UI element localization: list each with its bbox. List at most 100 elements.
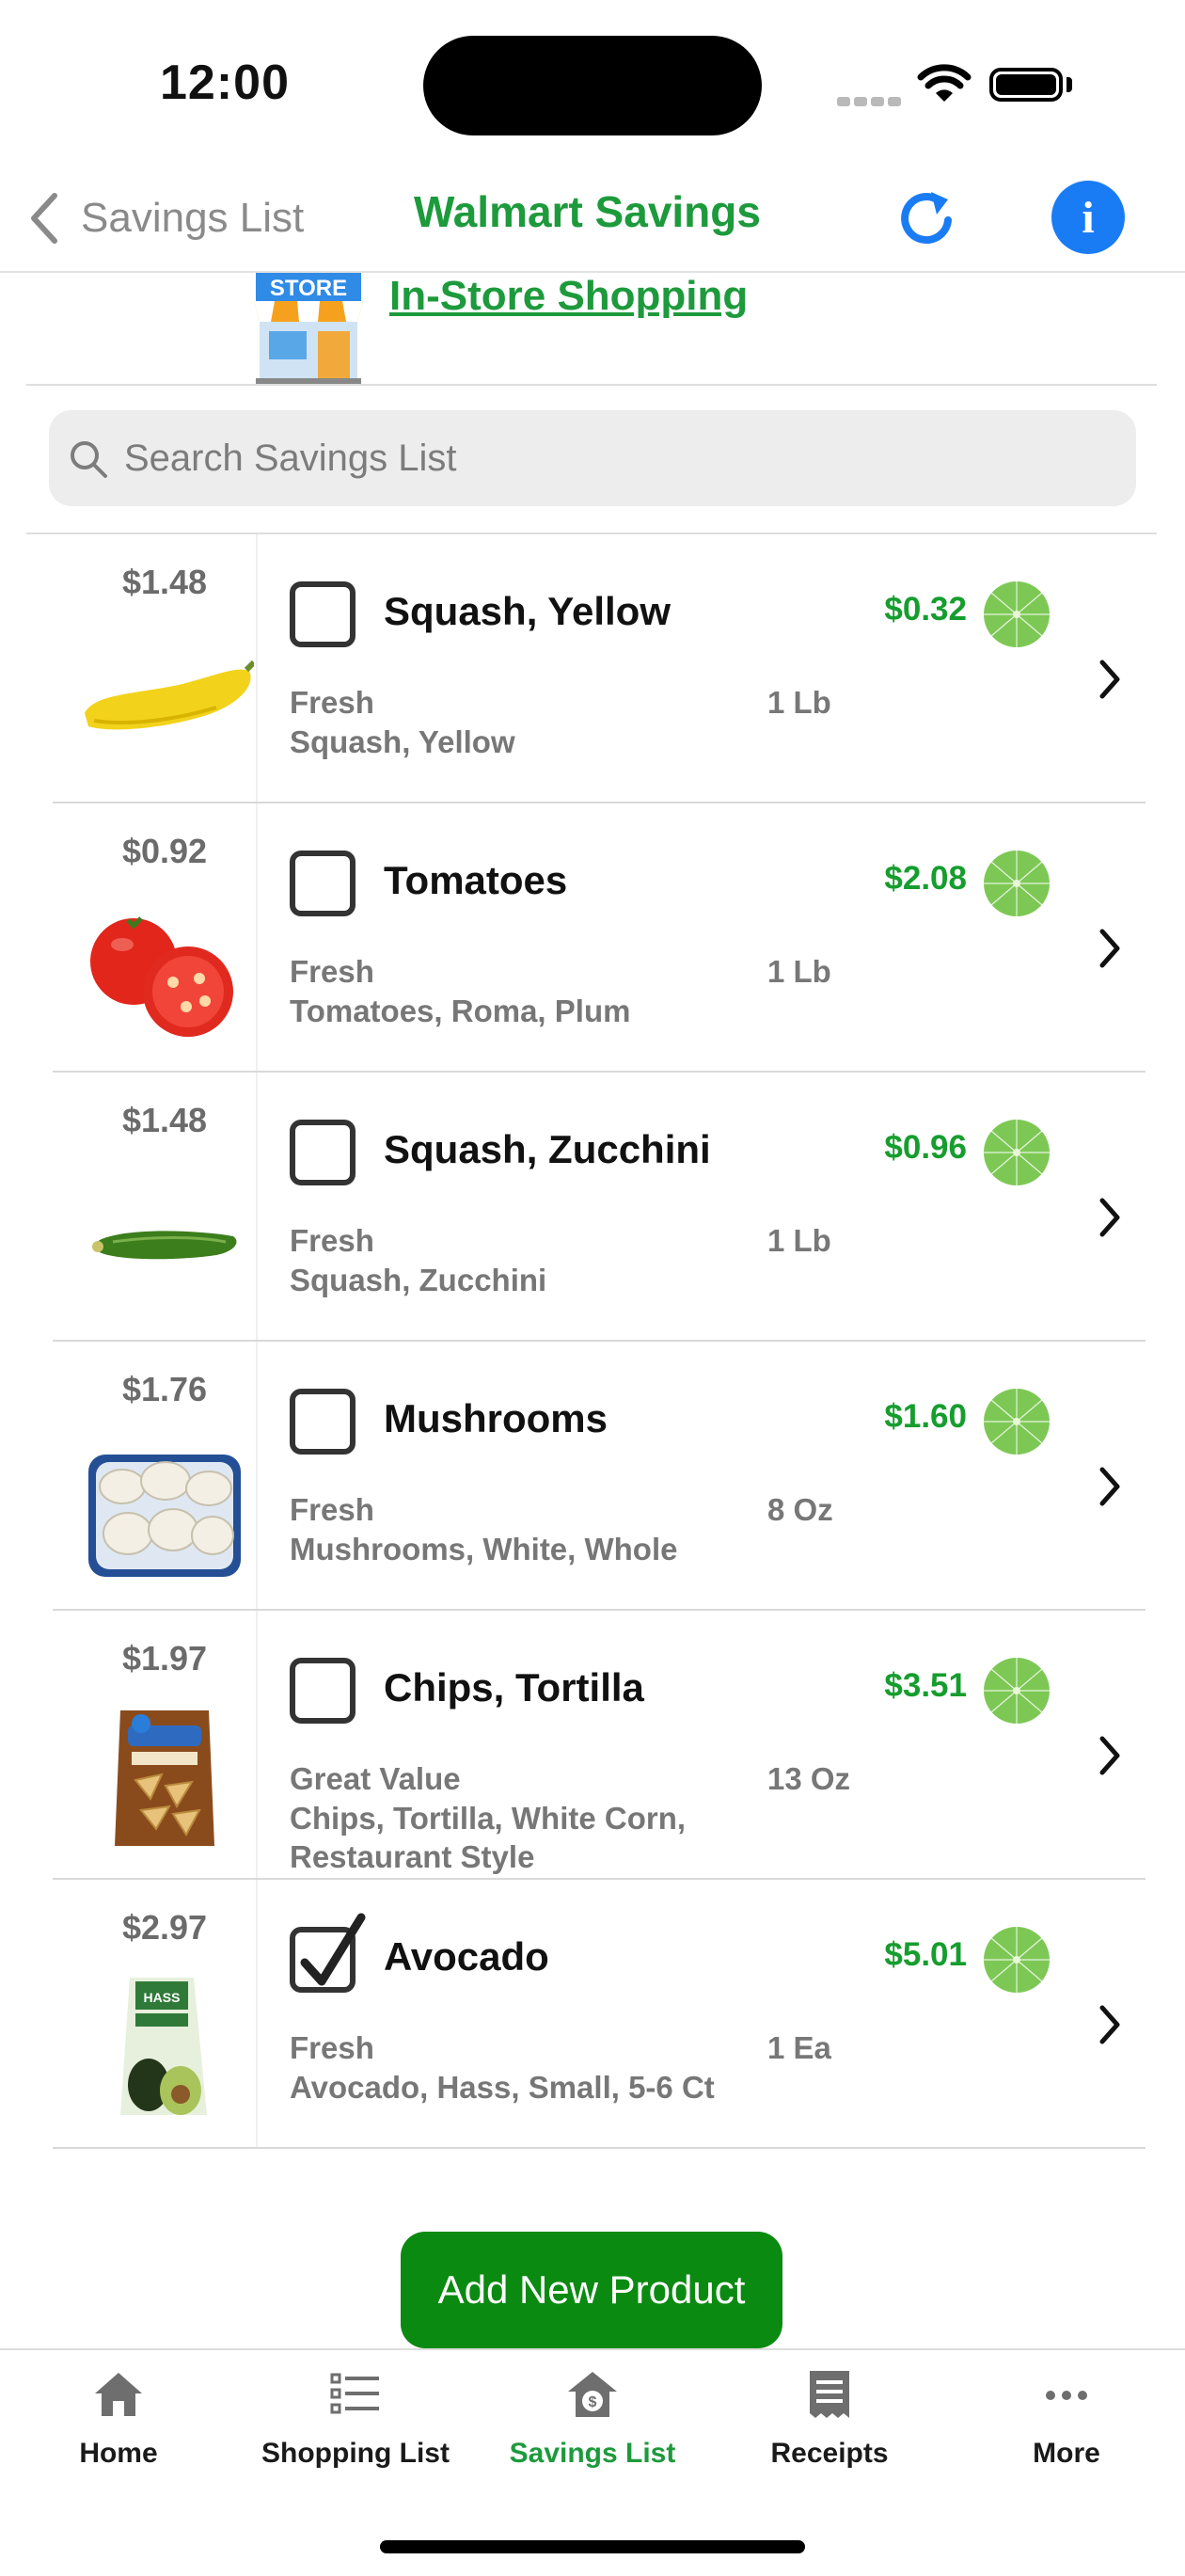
product-brand: Great Value — [290, 1761, 461, 1796]
chevron-right-icon[interactable] — [1097, 2004, 1123, 2050]
product-size: 8 Oz — [767, 1492, 833, 1527]
wifi-icon — [917, 64, 972, 110]
status-bar: 12:00 — [0, 0, 1185, 169]
product-description: Squash, Zucchini — [290, 1263, 547, 1297]
product-size: 1 Lb — [767, 954, 831, 989]
list-item[interactable]: $1.48 Squash, Yellow Fresh Squash, Yello… — [0, 534, 1185, 803]
battery-tip — [1066, 77, 1072, 92]
zucchini-image — [75, 1167, 254, 1317]
item-checkbox[interactable] — [290, 851, 356, 916]
tab-label: Savings List — [509, 2438, 676, 2469]
tab-savings-list[interactable]: $ Savings List — [474, 2369, 711, 2470]
savings-pie-icon — [982, 1656, 1051, 1730]
tab-label: Shopping List — [261, 2438, 450, 2469]
home-indicator — [380, 2540, 805, 2553]
chevron-right-icon[interactable] — [1097, 1197, 1123, 1243]
product-size: 1 Ea — [767, 2030, 831, 2065]
tab-home[interactable]: Home — [0, 2369, 237, 2470]
back-button-label: Savings List — [81, 195, 305, 241]
product-size: 1 Lb — [767, 685, 831, 720]
search-input[interactable] — [122, 429, 1104, 487]
tortilla-chips-image — [75, 1705, 254, 1855]
chevron-right-icon[interactable] — [1097, 1466, 1123, 1512]
product-description: Tomatoes, Roma, Plum — [290, 994, 631, 1028]
in-store-shopping-link[interactable]: In-Store Shopping — [389, 273, 748, 320]
savings-amount: $3.51 — [884, 1667, 967, 1704]
savings-pie-icon — [982, 580, 1051, 654]
savings-amount: $0.96 — [884, 1129, 967, 1166]
product-size: 13 Oz — [767, 1761, 851, 1796]
info-icon[interactable]: i — [1051, 181, 1125, 254]
checkmark-icon — [300, 1913, 366, 1986]
list-item[interactable]: $2.97 HASS Avocado Fresh Avocado, Hass, … — [0, 1880, 1185, 2149]
list-item[interactable]: $1.48 Squash, Zucchini Fresh Squash, Zuc… — [0, 1073, 1185, 1342]
product-name: Squash, Zucchini — [384, 1127, 711, 1171]
tomatoes-image — [75, 898, 254, 1048]
product-price: $1.48 — [121, 1101, 208, 1139]
item-checkbox[interactable] — [290, 1120, 356, 1185]
savings-amount: $1.60 — [884, 1398, 967, 1435]
tab-shopping-list[interactable]: Shopping List — [237, 2369, 474, 2470]
product-brand: Fresh — [290, 954, 374, 989]
refresh-icon[interactable] — [893, 186, 959, 257]
tab-receipts[interactable]: Receipts — [711, 2369, 948, 2470]
list-item[interactable]: $1.97 Chips, Tortilla Great Value Chips,… — [0, 1611, 1185, 1880]
column-divider — [256, 1880, 258, 2149]
product-price: $0.92 — [121, 832, 208, 870]
home-icon — [95, 2373, 142, 2416]
receipt-icon — [810, 2371, 849, 2418]
store-icon: STORE — [252, 273, 365, 389]
yellow-squash-image — [75, 628, 257, 779]
column-divider — [256, 803, 258, 1073]
mushrooms-image — [75, 1436, 254, 1586]
column-divider — [256, 534, 258, 803]
product-description: Mushrooms, White, Whole — [290, 1532, 678, 1566]
navigation-bar: Savings List Walmart Savings i — [0, 169, 1185, 273]
chevron-right-icon[interactable] — [1097, 659, 1123, 705]
product-brand: Fresh — [290, 685, 374, 720]
column-divider — [256, 1073, 258, 1342]
back-button[interactable]: Savings List — [28, 181, 304, 256]
search-icon — [71, 441, 107, 478]
product-name: Mushrooms — [384, 1396, 608, 1440]
savings-amount: $0.32 — [884, 591, 967, 628]
more-icon — [1046, 2391, 1087, 2400]
product-name: Avocado — [384, 1934, 549, 1979]
store-mode-row: STORE In-Store Shopping — [0, 273, 1185, 386]
product-description: Squash, Yellow — [290, 724, 515, 759]
chevron-right-icon[interactable] — [1097, 928, 1123, 974]
add-new-product-button[interactable]: Add New Product — [401, 2232, 782, 2348]
item-checkbox-checked[interactable] — [290, 1913, 366, 1993]
savings-pie-icon — [982, 1118, 1051, 1192]
list-item[interactable]: $0.92 Tomatoes Fresh Tomatoes, Roma, Plu… — [0, 803, 1185, 1073]
savings-amount: $5.01 — [884, 1936, 967, 1973]
item-checkbox[interactable] — [290, 581, 356, 647]
tab-label: Home — [79, 2438, 158, 2469]
product-size: 1 Lb — [767, 1223, 831, 1258]
product-price: $2.97 — [121, 1908, 208, 1947]
savings-pie-icon — [982, 1387, 1051, 1461]
svg-text:$: $ — [589, 2394, 597, 2410]
list-item[interactable]: $1.76 Mushrooms Fresh Mushrooms, White, … — [0, 1342, 1185, 1611]
item-checkbox[interactable] — [290, 1389, 356, 1455]
tab-more[interactable]: More — [948, 2369, 1185, 2470]
savings-pie-icon — [982, 1925, 1051, 1999]
product-price: $1.48 — [121, 563, 208, 601]
chevron-left-icon — [31, 193, 57, 244]
search-bar[interactable] — [49, 410, 1136, 506]
row-separator — [53, 2147, 1146, 2149]
battery-icon — [989, 68, 1063, 102]
product-name: Chips, Tortilla — [384, 1665, 644, 1709]
divider — [26, 384, 1157, 386]
product-brand: Fresh — [290, 1492, 374, 1527]
savings-list: $1.48 Squash, Yellow Fresh Squash, Yello… — [0, 534, 1185, 2149]
column-divider — [256, 1342, 258, 1611]
product-name: Squash, Yellow — [384, 589, 671, 633]
page-title: Walmart Savings — [414, 187, 761, 236]
dynamic-island — [423, 36, 762, 135]
product-description: Avocado, Hass, Small, 5-6 Ct — [290, 2070, 715, 2105]
chevron-right-icon[interactable] — [1097, 1735, 1123, 1781]
product-price: $1.97 — [121, 1639, 208, 1678]
product-name: Tomatoes — [384, 858, 568, 902]
item-checkbox[interactable] — [290, 1658, 356, 1724]
